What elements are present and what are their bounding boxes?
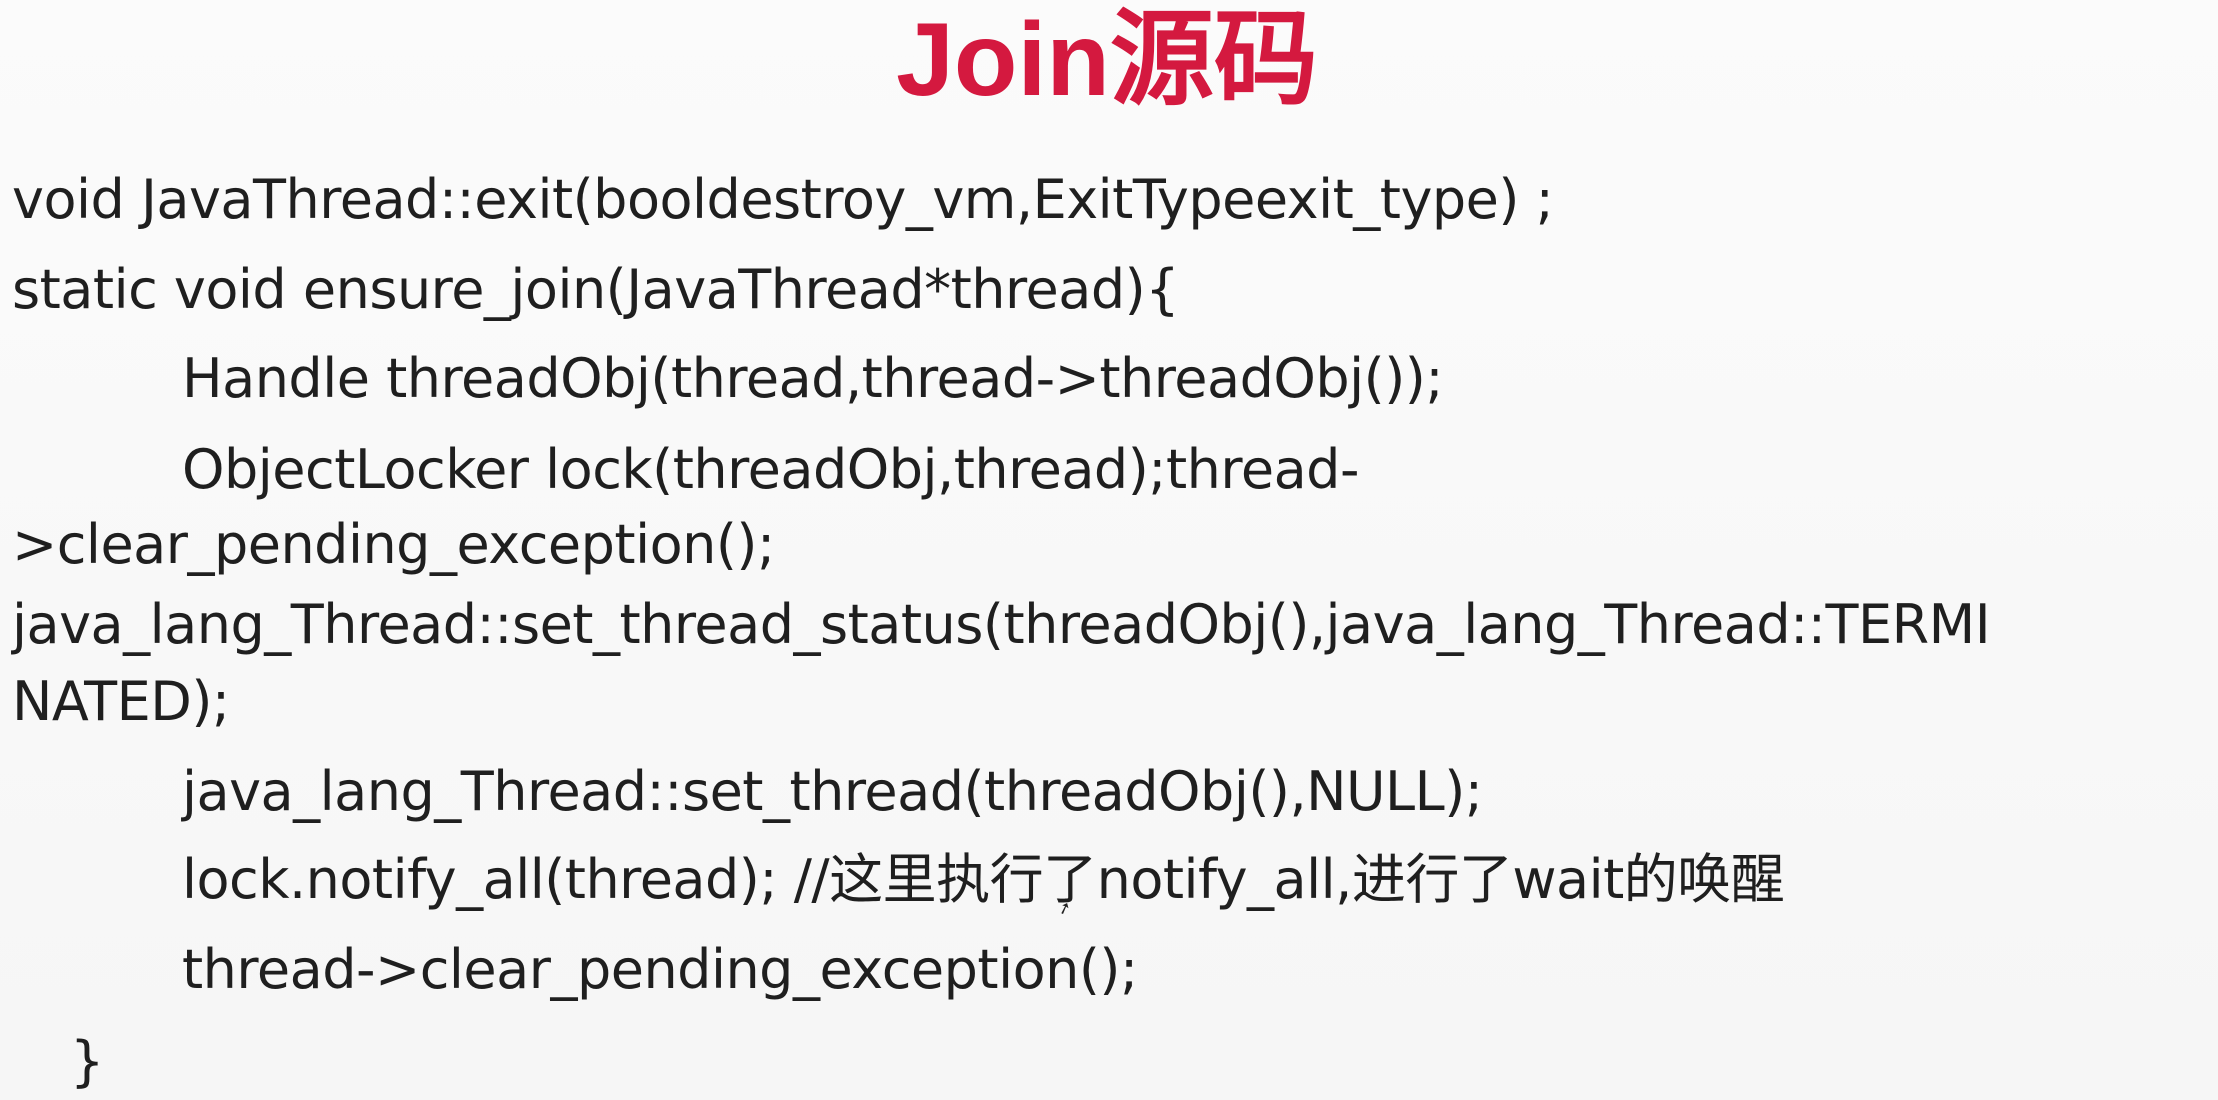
code-line-1: void JavaThread::exit(booldestroy_vm,Exi… (12, 168, 1554, 231)
code-line-9: lock.notify_all(thread); //这里执行了notify_a… (182, 848, 1785, 911)
code-line-2: static void ensure_join(JavaThread*threa… (12, 258, 1180, 321)
code-line-7: NATED); (12, 670, 230, 733)
code-line-6: java_lang_Thread::set_thread_status(thre… (12, 593, 1991, 656)
slide-title: Join源码 (896, 2, 1318, 118)
code-line-5: >clear_pending_exception(); (12, 513, 775, 576)
code-line-10: thread->clear_pending_exception(); (182, 938, 1138, 1001)
mouse-cursor-icon: ➚ (1054, 896, 1074, 920)
code-line-8: java_lang_Thread::set_thread(threadObj()… (182, 760, 1483, 823)
code-line-3: Handle threadObj(thread,thread->threadOb… (182, 347, 1444, 410)
code-line-4: ObjectLocker lock(threadObj,thread);thre… (182, 438, 1359, 501)
code-line-11: } (70, 1030, 104, 1093)
slide: Join源码 void JavaThread::exit(booldestroy… (0, 0, 2218, 1100)
